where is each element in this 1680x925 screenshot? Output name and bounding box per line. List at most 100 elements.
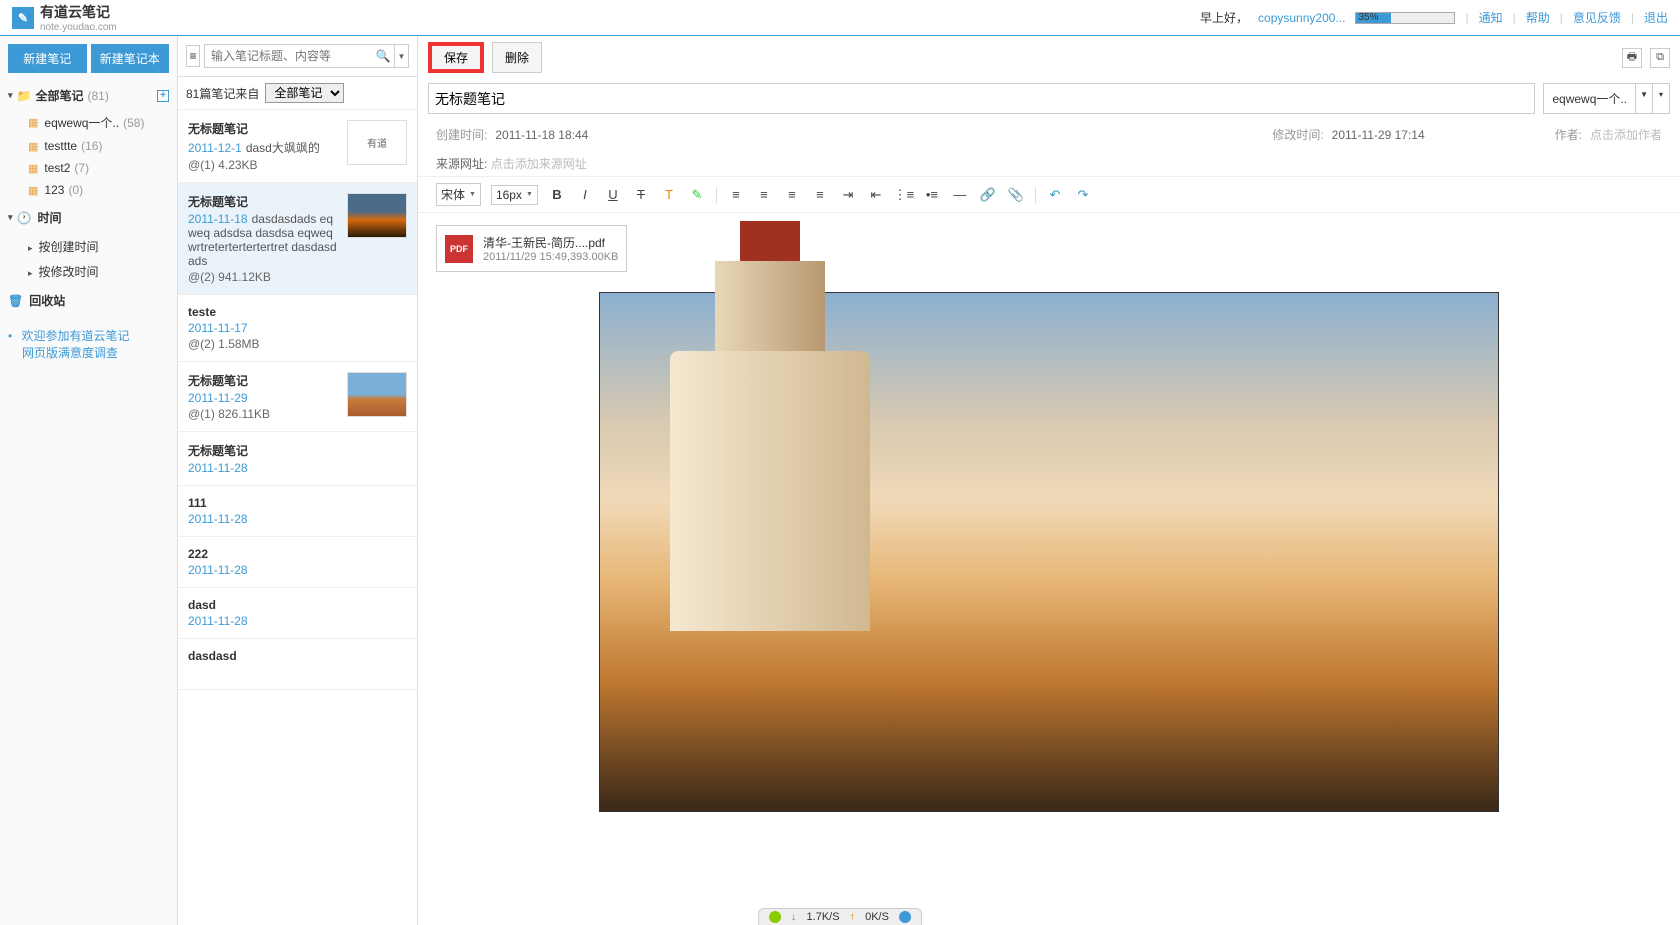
hr-icon[interactable]: — — [951, 186, 969, 204]
notebook-item[interactable]: ▦test2(7) — [0, 157, 177, 179]
attachment-name: 清华-王新民-简历....pdf — [483, 234, 618, 251]
add-notebook-icon[interactable]: + — [157, 90, 169, 102]
undo-icon[interactable]: ↶ — [1046, 186, 1064, 204]
trash-icon: 🗑 — [8, 294, 23, 308]
note-item[interactable]: dasd2011-11-28 — [178, 588, 417, 639]
search-dropdown[interactable]: ▼ — [394, 45, 408, 67]
search-box: 🔍 ▼ — [204, 44, 409, 68]
modify-time-value: 2011-11-29 17:14 — [1332, 128, 1425, 142]
note-date: 2011-11-17 — [188, 321, 248, 335]
source-placeholder[interactable]: 点击添加来源网址 — [491, 157, 587, 171]
logo[interactable]: ✎ 有道云笔记 note.youdao.com — [12, 2, 117, 33]
notebook-item[interactable]: ▦123(0) — [0, 179, 177, 201]
greeting: 早上好， — [1200, 9, 1248, 26]
print-icon[interactable]: 🖶 — [1622, 48, 1642, 68]
note-title-input[interactable] — [428, 83, 1535, 114]
note-title: dasdasd — [188, 649, 407, 663]
highlight-icon[interactable]: ✎ — [688, 186, 706, 204]
search-icon[interactable]: 🔍 — [372, 45, 394, 67]
size-select[interactable]: 16px▼ — [491, 185, 538, 205]
author-placeholder[interactable]: 点击添加作者 — [1590, 128, 1662, 142]
note-title: 111 — [188, 496, 407, 510]
time-label: 时间 — [37, 209, 61, 226]
note-title: 无标题笔记 — [188, 120, 339, 137]
note-item[interactable]: dasdasd — [178, 639, 417, 690]
editor-panel: 保存 删除 🖶 ⧉ eqwewq一个.. ▼ ▾ 创建时间:2011-11-18… — [418, 36, 1680, 925]
note-item[interactable]: 2222011-11-28 — [178, 537, 417, 588]
italic-icon[interactable]: I — [576, 186, 594, 204]
outdent-icon[interactable]: ⇤ — [867, 186, 885, 204]
source-label: 来源网址: — [436, 157, 487, 171]
note-title: 222 — [188, 547, 407, 561]
notebook-item[interactable]: ▦eqwewq一个..(58) — [0, 110, 177, 135]
note-date: 2011-12-1 — [188, 141, 242, 155]
link-icon[interactable]: 🔗 — [979, 186, 997, 204]
redo-icon[interactable]: ↷ — [1074, 186, 1092, 204]
delete-button[interactable]: 删除 — [492, 42, 542, 73]
doc-icon: ▦ — [28, 140, 38, 153]
notebook-name: 123 — [44, 183, 64, 197]
chevron-down-icon[interactable]: ▼ — [1635, 84, 1652, 113]
survey-link[interactable]: 欢迎参加有道云笔记 网页版满意度调查 — [8, 329, 130, 360]
note-meta: @(2) 941.12KB — [188, 270, 339, 284]
notebook-name: testtte — [44, 139, 77, 153]
strike-icon[interactable]: T — [632, 186, 650, 204]
unordered-list-icon[interactable]: •≡ — [923, 186, 941, 204]
note-image — [599, 292, 1499, 812]
feedback-link[interactable]: 意见反馈 — [1573, 9, 1621, 26]
attachment-card[interactable]: PDF 清华-王新民-简历....pdf 2011/11/29 15:49,39… — [436, 225, 627, 272]
notify-link[interactable]: 通知 — [1479, 9, 1503, 26]
notebook-name: eqwewq一个.. — [44, 114, 119, 131]
logout-link[interactable]: 退出 — [1644, 9, 1668, 26]
font-select[interactable]: 宋体▼ — [436, 183, 481, 206]
username-link[interactable]: copysunny200... — [1258, 11, 1345, 25]
new-note-button[interactable]: 新建笔记 — [8, 44, 87, 73]
indent-icon[interactable]: ⇥ — [839, 186, 857, 204]
notebook-item[interactable]: ▦testtte(16) — [0, 135, 177, 157]
note-item[interactable]: 1112011-11-28 — [178, 486, 417, 537]
note-thumb — [347, 372, 407, 417]
notebook-select[interactable]: eqwewq一个.. ▼ ▾ — [1543, 83, 1670, 114]
create-time-label: 创建时间: — [436, 128, 487, 142]
notebook-select-text: eqwewq一个.. — [1544, 84, 1635, 113]
chevron-down-icon[interactable]: ▾ — [1652, 84, 1669, 113]
attach-icon[interactable]: 📎 — [1007, 186, 1025, 204]
filter-select[interactable]: 全部笔记 — [265, 83, 344, 103]
align-left-icon[interactable]: ≡ — [727, 186, 745, 204]
note-title: teste — [188, 305, 407, 319]
by-create-time[interactable]: 按创建时间 — [0, 234, 177, 259]
align-justify-icon[interactable]: ≡ — [811, 186, 829, 204]
download-arrow-icon: ↓ — [791, 911, 797, 923]
underline-icon[interactable]: U — [604, 186, 622, 204]
time-section[interactable]: ▾ 🕐 时间 — [0, 201, 177, 234]
upload-speed: 0K/S — [865, 911, 889, 923]
logo-icon: ✎ — [12, 7, 34, 29]
note-item[interactable]: 无标题笔记2011-11-28 — [178, 432, 417, 486]
note-item[interactable]: teste2011-11-17@(2) 1.58MB — [178, 295, 417, 362]
align-center-icon[interactable]: ≡ — [755, 186, 773, 204]
filter-prefix: 81篇笔记来自 — [186, 85, 259, 102]
note-item[interactable]: 无标题笔记2011-11-18dasdasdads eqweq adsdsa d… — [178, 183, 417, 295]
all-notes-node[interactable]: ▾ 📁 全部笔记 (81) + — [0, 81, 177, 110]
list-view-icon[interactable]: ≡ — [186, 45, 200, 67]
note-snippet: dasd大飒飒的 — [246, 141, 320, 155]
note-date: 2011-11-29 — [188, 391, 248, 405]
help-link[interactable]: 帮助 — [1526, 9, 1550, 26]
trash-section[interactable]: 🗑 回收站 — [0, 284, 177, 317]
new-notebook-button[interactable]: 新建笔记本 — [91, 44, 170, 73]
editor-body[interactable]: PDF 清华-王新民-简历....pdf 2011/11/29 15:49,39… — [418, 213, 1680, 925]
by-modify-time[interactable]: 按修改时间 — [0, 259, 177, 284]
header: ✎ 有道云笔记 note.youdao.com 早上好， copysunny20… — [0, 0, 1680, 36]
bold-icon[interactable]: B — [548, 186, 566, 204]
save-button[interactable]: 保存 — [428, 42, 484, 73]
note-item[interactable]: 无标题笔记2011-11-29@(1) 826.11KB — [178, 362, 417, 432]
attachment-meta: 2011/11/29 15:49,393.00KB — [483, 251, 618, 263]
align-right-icon[interactable]: ≡ — [783, 186, 801, 204]
ordered-list-icon[interactable]: ⋮≡ — [895, 186, 913, 204]
popout-icon[interactable]: ⧉ — [1650, 48, 1670, 68]
search-input[interactable] — [205, 45, 372, 67]
text-color-icon[interactable]: T — [660, 186, 678, 204]
note-item[interactable]: 无标题笔记2011-12-1dasd大飒飒的@(1) 4.23KB有道 — [178, 110, 417, 183]
doc-icon: ▦ — [28, 162, 38, 175]
clock-icon: 🕐 — [17, 211, 32, 225]
